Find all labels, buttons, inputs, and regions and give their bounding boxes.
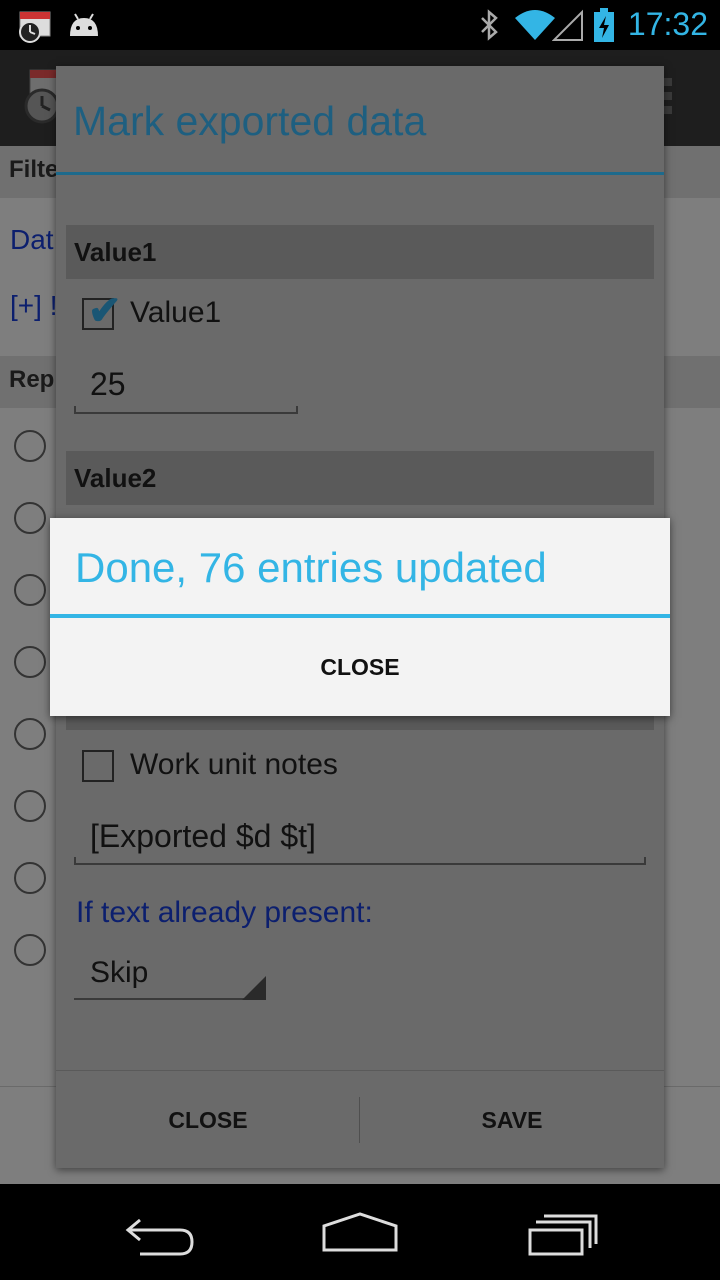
done-alert-dialog: Done, 76 entries updated CLOSE [50, 518, 670, 716]
alert-title: Done, 76 entries updated [75, 544, 547, 591]
alert-close-button[interactable]: CLOSE [50, 618, 670, 716]
radio-button[interactable] [14, 430, 46, 462]
add-filter-link[interactable]: [+] ! [10, 290, 57, 322]
dialog-title: Mark exported data [73, 98, 427, 144]
battery-charging-icon [592, 8, 616, 47]
notes-input[interactable]: [Exported $d $t] [90, 818, 316, 855]
radio-button[interactable] [14, 790, 46, 822]
spinner-dropdown-icon[interactable] [242, 976, 266, 1000]
dialog-close-button[interactable]: CLOSE [56, 1071, 360, 1169]
dialog-title-divider [56, 172, 664, 175]
home-icon[interactable] [310, 1202, 410, 1262]
radio-button[interactable] [14, 718, 46, 750]
value1-checkbox-label[interactable]: Value1 [130, 296, 221, 330]
notes-checkbox[interactable] [82, 750, 114, 782]
if-text-present-label: If text already present: [76, 896, 373, 929]
radio-button[interactable] [14, 574, 46, 606]
status-time: 17:32 [627, 6, 708, 42]
dialog-save-button[interactable]: SAVE [360, 1071, 664, 1169]
notes-input-underline [74, 857, 646, 865]
bluetooth-icon [478, 8, 500, 47]
android-icon [66, 12, 102, 43]
value2-section-header: Value2 [66, 451, 654, 505]
spinner-underline [74, 998, 266, 1000]
value1-input-underline [74, 406, 298, 414]
recent-apps-icon[interactable] [514, 1202, 614, 1262]
status-bar: 17:32 [0, 0, 720, 50]
radio-button[interactable] [14, 862, 46, 894]
radio-button[interactable] [14, 502, 46, 534]
date-link[interactable]: Dat [10, 224, 54, 256]
value1-checkbox[interactable]: ✔ [82, 289, 122, 333]
value1-input[interactable]: 25 [90, 366, 126, 403]
signal-icon [551, 8, 584, 47]
value1-section-header: Value1 [66, 225, 654, 279]
radio-button[interactable] [14, 646, 46, 678]
calendar-clock-icon [18, 8, 56, 49]
wifi-icon [514, 8, 556, 47]
back-icon[interactable] [110, 1202, 210, 1262]
checkmark-icon: ✔ [88, 289, 122, 333]
radio-button[interactable] [14, 934, 46, 966]
navigation-bar [0, 1184, 720, 1280]
dialog-button-bar: CLOSE SAVE [56, 1070, 664, 1169]
notes-checkbox-label[interactable]: Work unit notes [130, 748, 338, 782]
overflow-menu-icon[interactable] [664, 78, 674, 123]
action-spinner[interactable]: Skip [90, 956, 148, 990]
